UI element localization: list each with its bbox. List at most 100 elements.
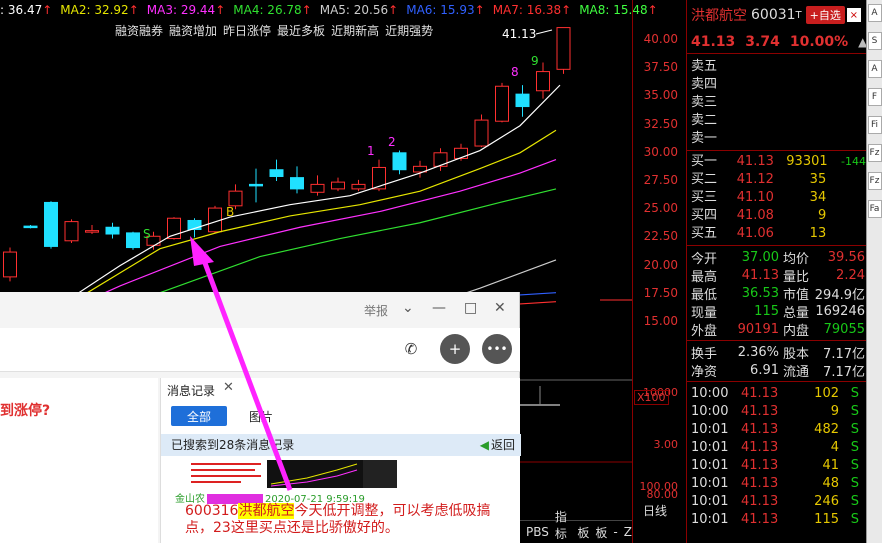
side-tool-button[interactable]: Fa: [867, 200, 882, 218]
stat-row: 最高 41.13 量比 2.24: [687, 266, 866, 285]
tick-direction: S: [850, 439, 859, 455]
stat-key: 总量: [783, 305, 810, 321]
candle-down: [269, 169, 284, 177]
side-toolbar: A S A F Fi Fz Fz Fa: [866, 0, 882, 543]
price-tick: 27.50: [643, 173, 678, 187]
add-icon[interactable]: +: [440, 334, 470, 364]
toolbar-button[interactable]: Z: [624, 525, 632, 539]
bid-price: 41.08: [736, 208, 774, 223]
bid-row: 买五 41.06 13: [687, 225, 866, 243]
sequence-label-2: 2: [388, 135, 396, 149]
price-tick: 35.00: [643, 88, 678, 103]
tick-time: 10:01: [691, 457, 729, 473]
ask-row: 卖一: [687, 130, 866, 148]
tick-price: 41.13: [741, 511, 779, 527]
price-tick: 25.00: [643, 201, 678, 216]
tick-row[interactable]: 10:00 41.13 102 S: [687, 384, 866, 402]
high-price-label: 41.13: [502, 27, 536, 41]
tick-row[interactable]: 10:01 41.13 48 S: [687, 474, 866, 492]
sequence-label-8: 8: [511, 65, 519, 79]
filter-all-button[interactable]: 全部: [171, 406, 227, 426]
tick-row[interactable]: 10:01 41.13 482 S: [687, 420, 866, 438]
add-watchlist-button[interactable]: +自选: [805, 6, 845, 24]
stat-key: 最低: [691, 287, 718, 303]
tick-price: 41.13: [741, 385, 779, 401]
tick-row[interactable]: 10:01 41.13 41 S: [687, 456, 866, 474]
price-tick: 15.00: [643, 314, 678, 328]
candle-up: [536, 71, 550, 92]
stat-key: 量比: [783, 269, 810, 285]
bid-label: 买四: [691, 208, 718, 223]
trading-terminal: : 36.47↑ MA2: 32.92↑ MA3: 29.44↑ MA4: 26.78…: [0, 0, 882, 543]
indicator-toolbar[interactable]: PBS指标B板板-Z: [520, 510, 632, 543]
side-tool-button[interactable]: Fz: [867, 144, 882, 162]
ask-label: 卖二: [691, 113, 718, 128]
chevron-down-icon[interactable]: ⌄: [402, 300, 414, 316]
ask-book: 卖五 卖四 卖三 卖二 卖一: [687, 58, 866, 148]
more-icon[interactable]: •••: [482, 334, 512, 364]
price-axis: 40.00 37.50 35.00 32.50 30.00 27.50 25.00 22.50…: [632, 0, 686, 543]
stat-value: 115: [754, 303, 779, 319]
ask-row: 卖二: [687, 112, 866, 130]
tick-row[interactable]: 10:00 41.13 9 S: [687, 402, 866, 420]
highlighted-keyword: 洪都航空: [238, 503, 295, 519]
tick-direction: S: [850, 493, 859, 509]
arrow-left-icon: ◀: [479, 438, 489, 452]
tick-volume: 246: [814, 493, 839, 509]
stat-value: 2.24: [836, 267, 865, 283]
ma6-line: [519, 292, 557, 296]
ask-label: 卖四: [691, 77, 718, 92]
stat-value: 6.91: [750, 362, 779, 378]
toolbar-button[interactable]: PBS: [526, 525, 549, 539]
tick-row[interactable]: 10:01 41.13 115 S: [687, 510, 866, 528]
side-tool-button[interactable]: S: [867, 32, 882, 50]
tick-time: 10:01: [691, 475, 729, 491]
candle-up: [310, 183, 325, 193]
toolbar-button[interactable]: -: [613, 525, 617, 539]
stat-key: 流通: [783, 364, 810, 380]
side-tool-button[interactable]: Fz: [867, 172, 882, 190]
ask-label: 卖五: [691, 59, 718, 74]
tick-list[interactable]: 10:00 41.13 102 S 10:00 41.13 9 S 10:01 41.13 482 S…: [687, 384, 866, 528]
ask-row: 卖五: [687, 58, 866, 76]
period-daily-label[interactable]: 日线: [643, 502, 667, 519]
tick-time: 10:01: [691, 421, 729, 437]
side-tool-button[interactable]: F: [867, 88, 882, 106]
filter-image-button[interactable]: 图片: [249, 408, 273, 425]
toolbar-button[interactable]: 板: [577, 524, 589, 541]
side-tool-button[interactable]: A: [867, 4, 882, 22]
phone-icon[interactable]: ✆: [396, 334, 426, 364]
report-link[interactable]: 举报: [364, 302, 388, 319]
history-pane: 消息记录 ✕ 全部 图片 已搜索到28条消息记录 ◀ 返回 金山农 2020-0…: [160, 378, 521, 543]
minimize-icon[interactable]: —: [432, 300, 446, 316]
tick-direction: S: [850, 385, 859, 401]
close-window-icon[interactable]: ✕: [494, 300, 506, 316]
close-history-icon[interactable]: ✕: [223, 380, 234, 395]
toolbar-button[interactable]: 板: [595, 524, 607, 541]
side-tool-button[interactable]: Fi: [867, 116, 882, 134]
candle-up: [351, 183, 366, 190]
tick-time: 10:01: [691, 511, 729, 527]
back-button[interactable]: ◀ 返回: [480, 434, 515, 456]
candle-down: [105, 226, 120, 235]
price-tick: 20.00: [643, 257, 678, 272]
tick-volume: 9: [830, 403, 839, 419]
tick-direction: S: [850, 421, 859, 437]
toolbar-button[interactable]: 指标B: [555, 508, 572, 543]
image-thumbnail[interactable]: [187, 460, 397, 488]
price-tick: 37.50: [643, 60, 678, 75]
tick-row[interactable]: 10:01 41.13 4 S: [687, 438, 866, 456]
bid-volume: 34: [809, 190, 827, 205]
history-tab[interactable]: 消息记录: [167, 382, 215, 399]
ask-row: 卖四: [687, 76, 866, 94]
bid-label: 买二: [691, 172, 718, 187]
maximize-icon[interactable]: □: [464, 300, 477, 316]
close-icon[interactable]: ×: [846, 8, 861, 22]
side-tool-button[interactable]: A: [867, 60, 882, 78]
stat-key: 换手: [691, 346, 718, 362]
tick-row[interactable]: 10:01 41.13 246 S: [687, 492, 866, 510]
thumbnail-chart: [187, 460, 397, 488]
bid-price: 41.12: [736, 172, 774, 187]
tick-time: 10:00: [691, 385, 729, 401]
tick-direction: S: [850, 475, 859, 491]
